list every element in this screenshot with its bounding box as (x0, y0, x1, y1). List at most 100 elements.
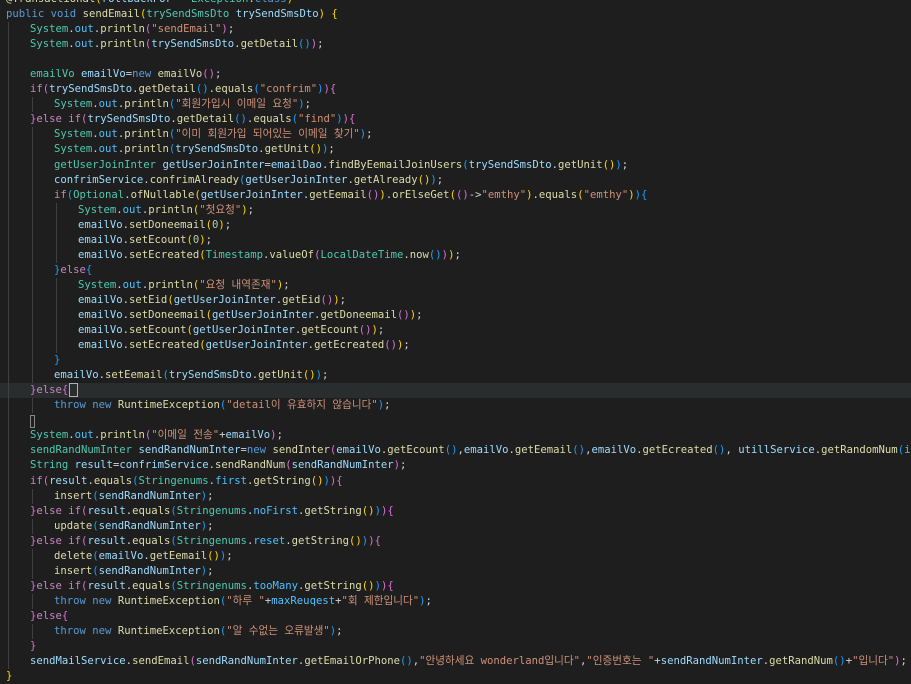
code-line[interactable]: confrimService.confrimAlready(getUserJoi… (0, 172, 911, 188)
code-token: RuntimeException (117, 594, 220, 607)
indent-guide (8, 127, 9, 143)
code-line[interactable]: }else if(result.equals(Stringenums.tooMa… (0, 578, 911, 594)
code-line[interactable]: System.out.println("요청 내역존재"); (0, 277, 911, 293)
code-editor[interactable]: @Transactional(rollbackFor = Exception.c… (0, 0, 911, 684)
code-line[interactable]: }else if(result.equals(Stringenums.noFir… (0, 503, 911, 519)
code-token: else (36, 609, 62, 622)
code-line[interactable]: update(sendRandNumInter); (0, 518, 911, 534)
code-token: getString (253, 474, 311, 487)
indent-guide (8, 428, 9, 444)
code-line[interactable]: throw new RuntimeException("detail이 유효하지… (0, 398, 911, 414)
code-token: () (832, 655, 846, 668)
indent-guide (32, 323, 33, 339)
code-line[interactable]: throw new RuntimeException("알 수없는 오류발생")… (0, 623, 911, 640)
code-line[interactable]: insert(sendRandNumInter); (0, 488, 911, 504)
code-token: out (74, 429, 94, 442)
code-line[interactable]: }else{ (0, 262, 911, 278)
code-token: @Transactional (6, 0, 95, 5)
code-token: emailVo (591, 444, 637, 457)
code-token: confrimService (54, 173, 144, 186)
code-line[interactable]: emailVo.setEcount(getUserJoinInter.getEc… (0, 323, 911, 339)
code-line[interactable]: sendMailService.sendEmail(sendRandNumInt… (0, 654, 911, 670)
indent-guide (32, 563, 33, 579)
code-token: getDetail (176, 113, 235, 126)
code-token: ) (287, 0, 293, 5)
code-line[interactable]: if(trySendSmsDto.getDetail().equals("con… (0, 82, 911, 98)
code-line[interactable]: System.out.println("회원가입시 이메일 요청"); (0, 97, 911, 113)
code-token: equals (215, 83, 254, 96)
code-line[interactable] (0, 413, 911, 429)
indent-guide (8, 518, 9, 534)
code-line[interactable]: System.out.println(trySendSmsDto.getUnit… (0, 142, 911, 158)
indent-guide (56, 202, 57, 218)
code-line[interactable]: } (0, 639, 911, 655)
indent-guide (8, 443, 9, 459)
code-line[interactable]: System.out.println("첫요청"); (0, 202, 911, 218)
code-line[interactable]: emailVo.setEcreated(getUserJoinInter.get… (0, 338, 911, 354)
code-token: "이메일 전송" (151, 429, 220, 442)
code-line[interactable]: }else{ (0, 383, 911, 399)
code-token: System (78, 278, 117, 291)
code-line[interactable]: public void sendEmail(trySendSmsDto tryS… (0, 7, 911, 22)
code-token: Stringenums (176, 579, 247, 592)
code-line[interactable]: throw new RuntimeException("하루 "+maxReuq… (0, 593, 911, 609)
code-token: if (30, 474, 43, 487)
code-token: () (361, 504, 375, 517)
code-line[interactable]: System.out.println("이메일 전송"+emailVo); (0, 428, 911, 444)
code-text: System.out.println(trySendSmsDto.getDeta… (6, 38, 324, 50)
code-line[interactable]: sendRandNumInter sendRandNumInter=new se… (0, 443, 911, 459)
code-token: sendEmail (82, 8, 140, 21)
code-line[interactable]: emailVo.setDoneemail(getUserJoinInter.ge… (0, 307, 911, 324)
indent-guide (32, 217, 33, 233)
code-token: System (54, 143, 93, 156)
indent-guide (32, 593, 33, 609)
indent-guide (8, 142, 9, 158)
code-line[interactable]: }else if(trySendSmsDto.getDetail().equal… (0, 112, 911, 128)
code-text: if(trySendSmsDto.getDetail().equals("con… (6, 83, 336, 95)
code-token: ; (215, 68, 222, 81)
code-token: ; (276, 429, 283, 442)
code-text: System.out.println("요청 내역존재"); (6, 279, 290, 291)
code-line[interactable]: }else{ (0, 608, 911, 624)
code-text: insert(sendRandNumInter); (6, 565, 214, 577)
code-line[interactable]: emailVo.setEcount(0); (0, 232, 911, 248)
code-text: emailVo.setEcreated(Timestamp.valueOf(Lo… (6, 249, 461, 261)
code-line[interactable]: emailVo emailVo=new emailVo(); (0, 67, 911, 83)
code-line[interactable]: String result=confrimService.sendRandNum… (0, 458, 911, 474)
code-token: insert (54, 489, 93, 502)
code-line[interactable] (0, 52, 911, 68)
code-text: confrimService.confrimAlready(getUserJoi… (6, 174, 443, 186)
code-token: ; (416, 308, 423, 321)
code-line[interactable]: insert(sendRandNumInter); (0, 563, 911, 579)
code-line[interactable]: delete(emailVo.getEemail()); (0, 548, 911, 564)
code-token: RuntimeException (117, 399, 220, 412)
code-text: } (6, 640, 36, 652)
code-line[interactable]: emailVo.setEcreated(Timestamp.valueOf(Lo… (0, 247, 911, 263)
code-token: ; (283, 278, 290, 291)
code-token: ; (621, 158, 629, 171)
code-line[interactable]: if(Optional.ofNullable(getUserJoinInter.… (0, 187, 911, 203)
code-line[interactable]: }else if(result.equals(Stringenums.reset… (0, 533, 911, 549)
code-line[interactable]: @Transactional(rollbackFor = Exception.c… (0, 0, 911, 7)
code-text: if(Optional.ofNullable(getUserJoinInter.… (6, 189, 647, 201)
code-line[interactable]: System.out.println(trySendSmsDto.getDeta… (0, 37, 911, 53)
code-line[interactable]: getUserJoinInter getUserJoinInter=emailD… (0, 157, 911, 173)
code-line[interactable]: } (0, 353, 911, 369)
code-text: emailVo emailVo=new emailVo(); (6, 68, 221, 80)
code-token: ; (336, 624, 343, 637)
code-token: sendRandNumInter (98, 489, 201, 502)
code-line[interactable]: emailVo.setDoneemail(0); (0, 217, 911, 233)
indent-guide (8, 353, 9, 369)
code-token: insert (54, 564, 93, 577)
indent-guide (56, 277, 57, 293)
code-line[interactable]: emailVo.setEid(getUserJoinInter.getEid()… (0, 292, 911, 308)
code-line[interactable]: System.out.println("sendEmail"); (0, 22, 911, 38)
code-line[interactable]: } (0, 669, 911, 684)
code-line[interactable]: System.out.println("이미 회원가입 되어있는 이메일 찾기"… (0, 127, 911, 143)
code-line[interactable]: emailVo.setEemail(trySendSmsDto.getUnit(… (0, 368, 911, 384)
indent-guide (8, 548, 9, 564)
code-line[interactable]: if(result.equals(Stringenums.first.getSt… (0, 473, 911, 489)
code-token: result (74, 459, 113, 472)
code-token: throw (54, 624, 86, 637)
indent-guide (32, 232, 33, 248)
